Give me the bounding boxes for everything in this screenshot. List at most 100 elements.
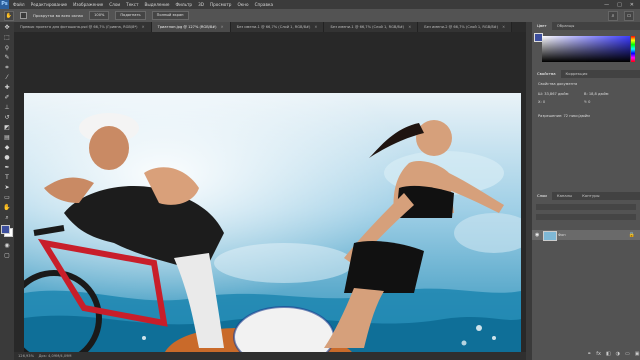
menu-edit[interactable]: Редактирование <box>31 2 68 7</box>
minimize-button[interactable]: — <box>604 2 609 8</box>
pen-tool-icon[interactable]: ✒ <box>2 163 12 172</box>
type-tool-icon[interactable]: T <box>2 173 12 182</box>
shape-tool-icon[interactable]: ▭ <box>2 193 12 202</box>
color-panel-tabs: Цвет Образцы <box>532 22 640 30</box>
zoom-100-button[interactable]: 100% <box>89 11 110 20</box>
doc-size: Док: 4,09M/4,09M <box>38 354 72 358</box>
menu-image[interactable]: Изображение <box>73 2 103 7</box>
panels-dock: Цвет Образцы Свойства Коррекция Свойства… <box>532 22 640 360</box>
zoom-tool-icon[interactable]: ⌕ <box>2 213 12 222</box>
menu-filter[interactable]: Фильтр <box>176 2 193 7</box>
doc-x[interactable]: X: 0 <box>538 100 545 104</box>
menu-3d[interactable]: 3D <box>198 2 204 7</box>
tab-paths[interactable]: Контуры <box>577 192 604 200</box>
dodge-tool-icon[interactable]: ● <box>2 153 12 162</box>
status-bar: 126,93% Док: 4,09M/4,09M <box>14 352 526 360</box>
close-icon[interactable]: ✕ <box>502 25 505 29</box>
lasso-tool-icon[interactable]: ϙ <box>2 43 12 52</box>
tab-label: Превью проекта для фотошопа.psd @ 66,7% … <box>20 25 138 29</box>
close-icon[interactable]: ✕ <box>408 25 411 29</box>
color-picker-field[interactable] <box>542 36 630 62</box>
history-brush-icon[interactable]: ↺ <box>2 113 12 122</box>
blur-tool-icon[interactable]: ◆ <box>2 143 12 152</box>
toolbar: ✥ ⬚ ϙ ✎ ⌗ ⁄ ✚ ✐ ⊥ ↺ ◩ ▤ ◆ ● ✒ T ➤ ▭ ✋ ⌕ … <box>0 22 14 360</box>
hue-slider[interactable] <box>631 36 635 62</box>
link-icon[interactable]: ⚭ <box>587 351 591 357</box>
brush-tool-icon[interactable]: ✐ <box>2 93 12 102</box>
close-icon[interactable]: ✕ <box>314 25 317 29</box>
tab-label: Без имени-1 @ 66,7% (Слой 1, RGB/8#) <box>236 25 311 29</box>
triathlon-artwork <box>24 93 521 354</box>
tab-swatches[interactable]: Образцы <box>552 22 580 30</box>
layer-row[interactable]: ◉ Фон 🔒 <box>532 230 640 241</box>
zoom-level[interactable]: 126,93% <box>18 354 34 358</box>
tab-label: Триатлон.jpg @ 127% (RGB/8#) <box>157 25 217 29</box>
screen-mode-icon[interactable]: ▢ <box>2 251 12 260</box>
app-logo: Ps <box>0 0 9 9</box>
menu-file[interactable]: Файл <box>13 2 25 7</box>
close-button[interactable]: ✕ <box>630 2 634 8</box>
move-tool-icon[interactable]: ✥ <box>2 23 12 32</box>
fx-icon[interactable]: fx <box>596 351 601 357</box>
menu-help[interactable]: Справка <box>255 2 273 7</box>
eye-icon[interactable]: ◉ <box>535 232 539 238</box>
quick-select-tool-icon[interactable]: ✎ <box>2 53 12 62</box>
workspace-icon[interactable]: ▭ <box>624 10 634 21</box>
mask-icon[interactable]: ◧ <box>606 351 611 357</box>
marquee-tool-icon[interactable]: ⬚ <box>2 33 12 42</box>
doc-width[interactable]: Ш: 33,867 дюйм <box>538 92 568 96</box>
search-icon[interactable]: ⌕ <box>608 10 618 21</box>
fit-screen-button[interactable]: Подогнать <box>115 11 146 20</box>
properties-panel-tabs: Свойства Коррекция <box>532 70 640 78</box>
menu-type[interactable]: Текст <box>126 2 138 7</box>
document-canvas[interactable] <box>24 93 521 354</box>
doc-height[interactable]: В: 18,8 дюйм <box>584 92 609 96</box>
layer-filter-bar[interactable] <box>536 204 636 210</box>
fill-screen-button[interactable]: Полный экран <box>151 11 189 20</box>
tab-document-2[interactable]: Триатлон.jpg @ 127% (RGB/8#) ✕ <box>151 22 231 32</box>
folder-icon[interactable]: ▭ <box>625 351 630 357</box>
tab-properties[interactable]: Свойства <box>532 70 561 78</box>
menu-select[interactable]: Выделение <box>145 2 170 7</box>
gradient-tool-icon[interactable]: ▤ <box>2 133 12 142</box>
layer-thumbnail <box>543 231 557 241</box>
close-icon[interactable]: ✕ <box>221 25 224 29</box>
quick-mask-icon[interactable]: ◉ <box>2 241 12 250</box>
close-icon[interactable]: ✕ <box>142 25 145 29</box>
new-layer-icon[interactable]: ▣ <box>635 351 640 357</box>
stamp-tool-icon[interactable]: ⊥ <box>2 103 12 112</box>
scroll-all-label: Прокрутка во всех окнах <box>33 13 84 18</box>
tab-document-5[interactable]: Без имени-2 @ 66,7% (Слой 1, RGB/8#) ✕ <box>418 22 513 32</box>
eraser-tool-icon[interactable]: ◩ <box>2 123 12 132</box>
tab-color[interactable]: Цвет <box>532 22 552 30</box>
maximize-button[interactable]: □ <box>617 2 622 8</box>
doc-y[interactable]: Y: 0 <box>584 100 590 104</box>
menu-bar: Ps Файл Редактирование Изображение Слои … <box>0 0 640 9</box>
scroll-all-checkbox[interactable] <box>20 12 27 19</box>
path-select-tool-icon[interactable]: ➤ <box>2 183 12 192</box>
tab-layers[interactable]: Слои <box>532 192 552 200</box>
doc-resolution: Разрешение: 72 пикс/дюйм <box>538 114 590 118</box>
menu-layers[interactable]: Слои <box>109 2 120 7</box>
options-bar: ✋ Прокрутка во всех окнах 100% Подогнать… <box>0 9 640 22</box>
crop-tool-icon[interactable]: ⌗ <box>2 63 12 72</box>
tab-document-3[interactable]: Без имени-1 @ 66,7% (Слой 1, RGB/8#) ✕ <box>230 22 325 32</box>
hand-tool-icon[interactable]: ✋ <box>2 203 12 212</box>
document-tabs: Превью проекта для фотошопа.psd @ 66,7% … <box>14 22 526 32</box>
tab-adjustments[interactable]: Коррекция <box>561 70 593 78</box>
tab-channels[interactable]: Каналы <box>552 192 577 200</box>
tab-document-4[interactable]: Без имени-1 @ 66,7% (Слой 1, RGB/8#) ✕ <box>324 22 419 32</box>
healing-tool-icon[interactable]: ✚ <box>2 83 12 92</box>
menu-window[interactable]: Окно <box>237 2 248 7</box>
layers-panel-tabs: Слои Каналы Контуры <box>532 192 640 200</box>
tab-document-1[interactable]: Превью проекта для фотошопа.psd @ 66,7% … <box>14 22 152 32</box>
tab-label: Без имени-2 @ 66,7% (Слой 1, RGB/8#) <box>424 25 499 29</box>
menu-view[interactable]: Просмотр <box>210 2 232 7</box>
blend-mode-bar[interactable] <box>536 214 636 220</box>
lock-icon: 🔒 <box>628 232 635 238</box>
hand-icon[interactable]: ✋ <box>4 10 14 21</box>
layer-name: Фон <box>558 233 566 237</box>
adjustment-icon[interactable]: ◑ <box>616 351 620 357</box>
foreground-color-swatch[interactable] <box>1 225 10 234</box>
eyedropper-tool-icon[interactable]: ⁄ <box>2 73 12 82</box>
